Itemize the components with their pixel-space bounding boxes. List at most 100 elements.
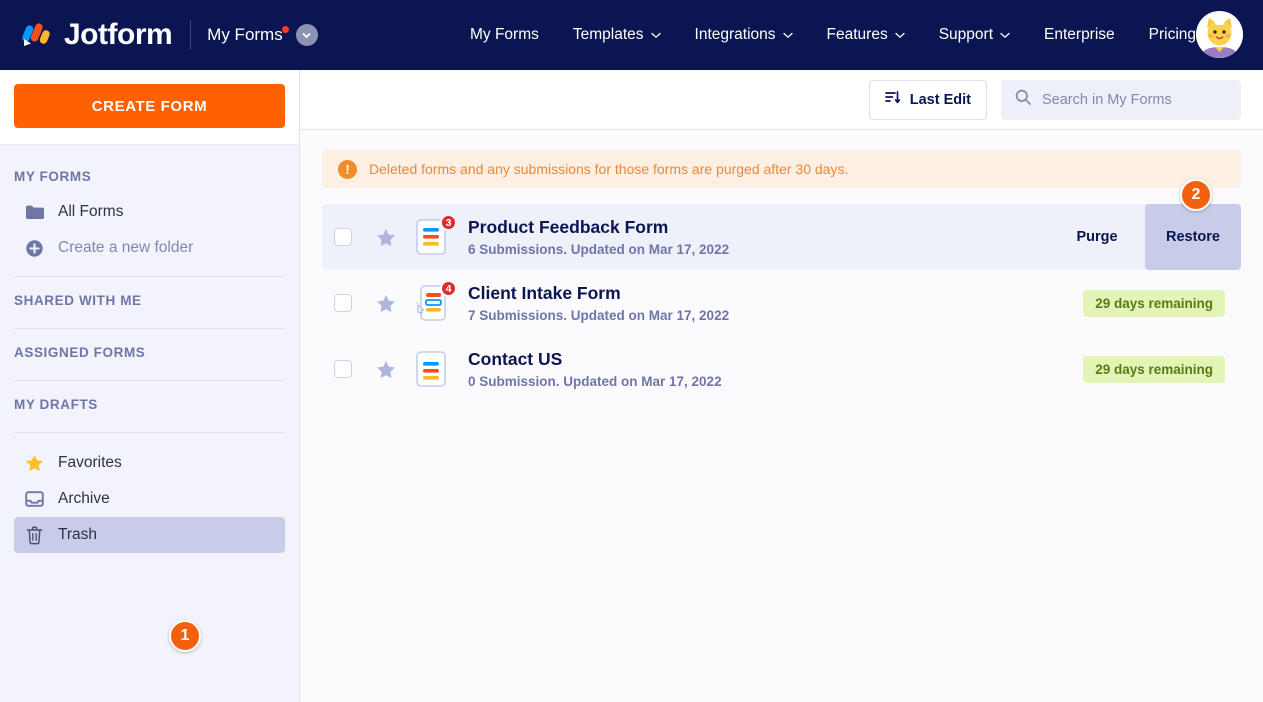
- list-toolbar: Last Edit: [300, 70, 1263, 130]
- classic-form-icon: [416, 351, 450, 387]
- brand-block[interactable]: Jotform: [0, 18, 172, 52]
- workspace-switcher[interactable]: My Forms: [207, 24, 318, 46]
- submission-badge: 3: [440, 214, 457, 231]
- sort-button-label: Last Edit: [910, 92, 971, 108]
- nav-item-enterprise[interactable]: Enterprise: [1027, 26, 1132, 44]
- nav-item-support[interactable]: Support: [922, 26, 1027, 44]
- sidebar-item-archive[interactable]: Archive: [14, 481, 285, 517]
- nav-label: Integrations: [695, 26, 776, 44]
- main-navigation: My Forms Templates Integrations Features…: [470, 0, 1213, 70]
- sidebar-heading-my-drafts: MY DRAFTS: [14, 381, 285, 422]
- nav-label: Templates: [573, 26, 644, 44]
- forms-content: ! Deleted forms and any submissions for …: [300, 130, 1263, 702]
- header-divider: [190, 20, 191, 50]
- sidebar-section-shared-with-me[interactable]: SHARED WITH ME: [0, 277, 299, 329]
- favorite-star-icon[interactable]: [376, 360, 396, 379]
- nav-label: Enterprise: [1044, 26, 1115, 44]
- step-marker-2: 2: [1180, 179, 1212, 211]
- status-badge: 29 days remaining: [1083, 356, 1225, 383]
- table-row[interactable]: 3 Product Feedback Form 6 Submissions. U…: [322, 204, 1241, 270]
- form-title[interactable]: Product Feedback Form: [468, 217, 1049, 239]
- classic-form-icon: 3: [416, 219, 450, 255]
- search-icon: [1015, 89, 1031, 110]
- purge-notice-text: Deleted forms and any submissions for th…: [369, 161, 848, 177]
- workspace-label: My Forms: [207, 25, 283, 44]
- create-form-bar: CREATE FORM: [0, 70, 299, 145]
- sidebar: CREATE FORM MY FORMS All Forms Create a …: [0, 70, 300, 702]
- chevron-down-icon: [651, 26, 661, 44]
- sidebar-item-label: Archive: [58, 490, 110, 508]
- restore-button[interactable]: Restore: [1145, 204, 1241, 270]
- sidebar-section-my-drafts[interactable]: MY DRAFTS: [0, 381, 299, 433]
- nav-item-templates[interactable]: Templates: [556, 26, 678, 44]
- main-panel: Last Edit ! Deleted forms and any submis…: [300, 70, 1263, 702]
- table-row[interactable]: 4 Client Intake Form 7 Submissions. Upda…: [322, 270, 1241, 336]
- form-subtitle: 0 Submission. Updated on Mar 17, 2022: [468, 374, 1083, 389]
- chevron-down-icon[interactable]: [296, 24, 318, 46]
- sidebar-item-label: Favorites: [58, 454, 122, 472]
- status-badge: 29 days remaining: [1083, 290, 1225, 317]
- sidebar-item-label: Trash: [58, 526, 97, 544]
- chevron-down-icon: [895, 26, 905, 44]
- exclamation-circle-icon: !: [338, 160, 357, 179]
- sort-button[interactable]: Last Edit: [869, 80, 987, 120]
- sidebar-section-assigned-forms[interactable]: ASSIGNED FORMS: [0, 329, 299, 381]
- nav-label: My Forms: [470, 26, 539, 44]
- star-icon: [24, 454, 44, 472]
- sidebar-heading-my-forms: MY FORMS: [14, 153, 285, 194]
- search-input[interactable]: [1042, 92, 1227, 108]
- jotform-logo-icon: [20, 18, 54, 52]
- create-form-button[interactable]: CREATE FORM: [14, 84, 285, 128]
- forms-list: 3 Product Feedback Form 6 Submissions. U…: [322, 204, 1241, 402]
- sidebar-heading-shared-with-me: SHARED WITH ME: [14, 277, 285, 318]
- top-header: Jotform My Forms My Forms Templates Inte…: [0, 0, 1263, 70]
- notification-dot-icon: [282, 26, 289, 33]
- workspace-label-wrap: My Forms: [207, 25, 286, 45]
- row-checkbox[interactable]: [334, 360, 352, 378]
- trash-icon: [24, 526, 44, 545]
- search-box[interactable]: [1001, 80, 1241, 120]
- sidebar-item-trash[interactable]: Trash: [14, 517, 285, 553]
- favorite-star-icon[interactable]: [376, 228, 396, 247]
- nav-label: Support: [939, 26, 993, 44]
- app-body: CREATE FORM MY FORMS All Forms Create a …: [0, 70, 1263, 702]
- form-subtitle: 7 Submissions. Updated on Mar 17, 2022: [468, 308, 1083, 323]
- form-title[interactable]: Client Intake Form: [468, 283, 1083, 305]
- folder-icon: [24, 204, 44, 220]
- sidebar-item-all-forms[interactable]: All Forms: [14, 194, 285, 230]
- nav-item-integrations[interactable]: Integrations: [678, 26, 810, 44]
- nav-label: Features: [827, 26, 888, 44]
- form-meta: Contact US 0 Submission. Updated on Mar …: [468, 349, 1083, 389]
- brand-name: Jotform: [64, 20, 172, 50]
- form-title[interactable]: Contact US: [468, 349, 1083, 371]
- step-marker-1: 1: [169, 620, 201, 652]
- form-meta: Product Feedback Form 6 Submissions. Upd…: [468, 217, 1049, 257]
- sidebar-item-create-folder[interactable]: Create a new folder: [14, 230, 285, 266]
- row-checkbox[interactable]: [334, 228, 352, 246]
- form-subtitle: 6 Submissions. Updated on Mar 17, 2022: [468, 242, 1049, 257]
- nav-item-my-forms[interactable]: My Forms: [470, 26, 556, 44]
- row-actions: Purge Restore: [1049, 204, 1241, 270]
- submission-badge: 4: [440, 280, 457, 297]
- purge-notice-banner: ! Deleted forms and any submissions for …: [322, 150, 1241, 188]
- nav-label: Pricing: [1149, 26, 1196, 44]
- chevron-down-icon: [783, 26, 793, 44]
- sidebar-item-label: All Forms: [58, 203, 123, 221]
- sidebar-nav: MY FORMS All Forms Create a new folder: [0, 145, 299, 702]
- purge-button[interactable]: Purge: [1049, 204, 1145, 270]
- sidebar-item-label: Create a new folder: [58, 239, 193, 257]
- sort-descending-icon: [885, 90, 901, 109]
- form-meta: Client Intake Form 7 Submissions. Update…: [468, 283, 1083, 323]
- archive-icon: [24, 490, 44, 508]
- row-checkbox[interactable]: [334, 294, 352, 312]
- user-avatar-icon[interactable]: [1196, 11, 1243, 58]
- card-form-icon: 4: [416, 285, 450, 321]
- sidebar-section-shortcuts: Favorites Archive Trash: [0, 433, 299, 553]
- favorite-star-icon[interactable]: [376, 294, 396, 313]
- nav-item-features[interactable]: Features: [810, 26, 922, 44]
- sidebar-item-favorites[interactable]: Favorites: [14, 445, 285, 481]
- plus-circle-icon: [24, 239, 44, 258]
- sidebar-heading-assigned-forms: ASSIGNED FORMS: [14, 329, 285, 370]
- table-row[interactable]: Contact US 0 Submission. Updated on Mar …: [322, 336, 1241, 402]
- sidebar-section-my-forms: MY FORMS All Forms Create a new folder: [0, 153, 299, 277]
